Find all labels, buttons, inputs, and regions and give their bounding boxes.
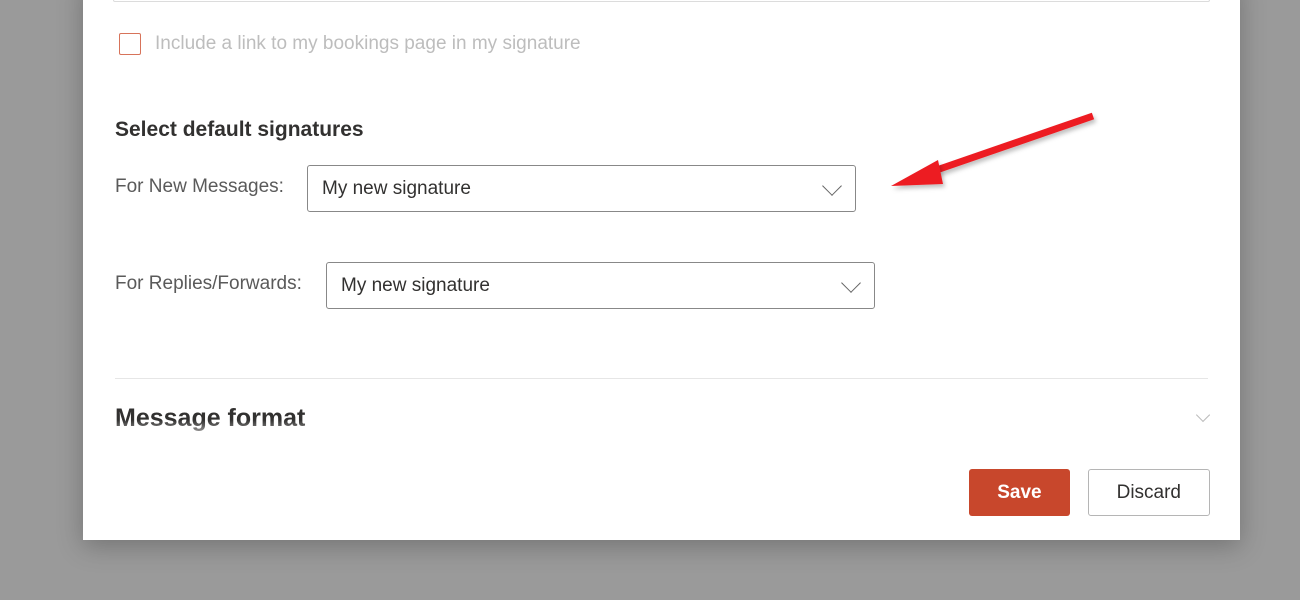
section-divider	[115, 378, 1208, 379]
new-messages-dropdown[interactable]: My new signature	[307, 165, 856, 212]
replies-forwards-dropdown[interactable]: My new signature	[326, 262, 875, 309]
chevron-down-icon	[841, 273, 861, 293]
new-messages-row: For New Messages:	[115, 176, 284, 198]
save-button[interactable]: Save	[969, 469, 1069, 516]
formatting-toolbar: A A B I U ✎ A ”	[113, 0, 1210, 2]
replies-forwards-label: For Replies/Forwards:	[115, 273, 302, 295]
content-area: A A B I U ✎ A ” Include a link to my boo…	[113, 0, 1210, 445]
message-format-heading: Message format	[115, 404, 305, 433]
footer-bar: Save Discard	[83, 445, 1240, 540]
default-signatures-heading: Select default signatures	[115, 118, 364, 142]
discard-button[interactable]: Discard	[1088, 469, 1210, 516]
chevron-down-icon	[822, 176, 842, 196]
replies-forwards-row: For Replies/Forwards:	[115, 273, 302, 295]
bookings-link-checkbox[interactable]	[119, 33, 141, 55]
annotation-arrow	[883, 108, 1103, 198]
new-messages-label: For New Messages:	[115, 176, 284, 198]
chevron-down-icon[interactable]	[1196, 408, 1210, 422]
new-messages-value: My new signature	[322, 178, 825, 200]
bookings-link-label: Include a link to my bookings page in my…	[155, 33, 581, 55]
bookings-link-checkbox-row: Include a link to my bookings page in my…	[119, 33, 581, 55]
replies-forwards-value: My new signature	[341, 275, 844, 297]
settings-panel: A A B I U ✎ A ” Include a link to my boo…	[83, 0, 1240, 540]
